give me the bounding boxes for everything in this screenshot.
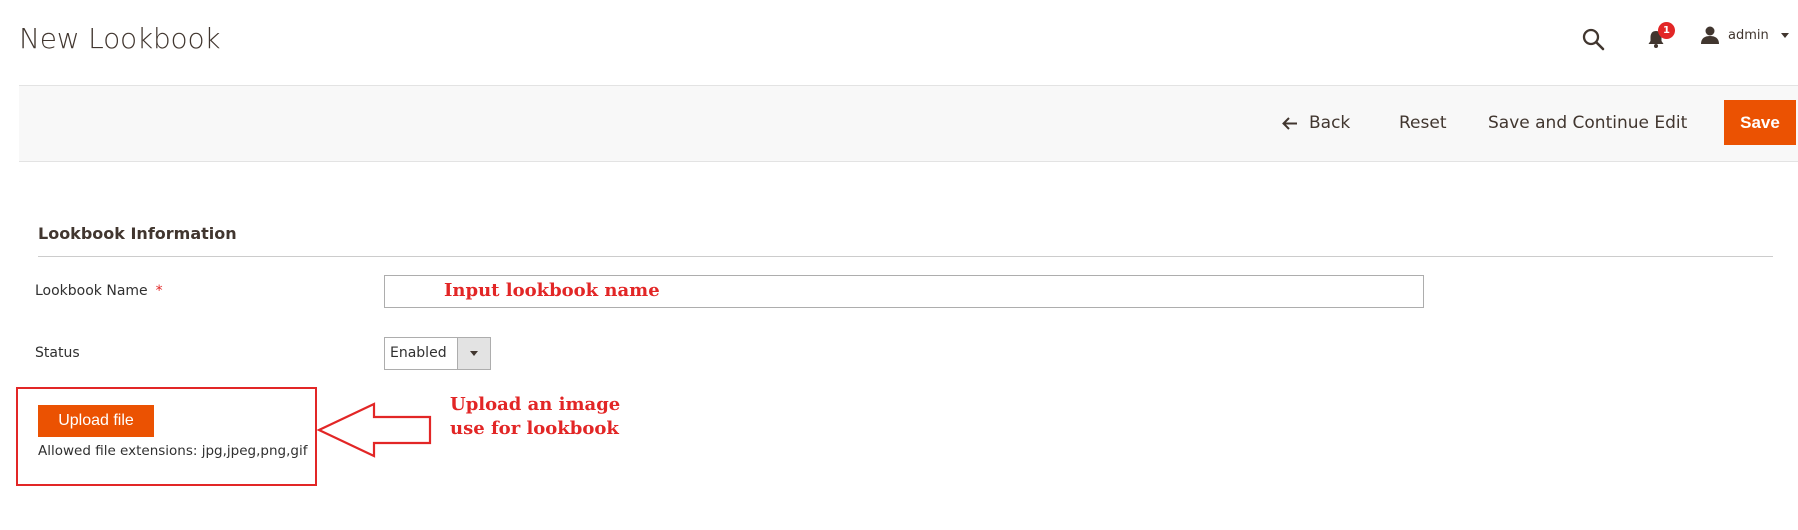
save-button[interactable]: Save <box>1724 100 1796 145</box>
search-icon[interactable] <box>1581 27 1605 51</box>
page-title: New Lookbook <box>19 22 221 55</box>
allowed-extensions-note: Allowed file extensions: jpg,jpeg,png,gi… <box>38 443 308 459</box>
section-divider <box>38 256 1773 257</box>
back-button[interactable]: Back <box>1282 113 1350 133</box>
status-selected-value: Enabled <box>390 345 447 361</box>
annotation-upload-hint-1: Upload an image <box>450 394 621 415</box>
arrow-left-icon <box>1282 116 1297 130</box>
lookbook-name-label-text: Lookbook Name <box>35 283 148 299</box>
annotation-arrow <box>316 402 432 458</box>
lookbook-name-label: Lookbook Name * <box>35 283 163 299</box>
required-marker: * <box>155 283 163 299</box>
chevron-down-icon <box>470 351 478 356</box>
chevron-down-icon <box>1780 32 1789 38</box>
back-label: Back <box>1309 113 1351 133</box>
annotation-name-hint: Input lookbook name <box>444 280 660 301</box>
page-actions-bar: Back Reset Save and Continue Edit Save <box>19 85 1798 162</box>
user-name: admin <box>1728 27 1769 43</box>
notification-count-badge: 1 <box>1658 22 1675 39</box>
user-menu[interactable]: admin <box>1700 26 1789 44</box>
status-select[interactable]: Enabled <box>384 337 491 370</box>
user-icon <box>1701 26 1719 44</box>
reset-button[interactable]: Reset <box>1399 113 1447 133</box>
notifications-button[interactable]: 1 <box>1646 22 1675 53</box>
upload-file-button[interactable]: Upload file <box>38 405 154 437</box>
select-toggle <box>457 338 490 369</box>
save-and-continue-button[interactable]: Save and Continue Edit <box>1488 113 1687 133</box>
section-title: Lookbook Information <box>38 224 237 243</box>
status-label: Status <box>35 345 80 361</box>
annotation-upload-hint-2: use for lookbook <box>450 418 619 439</box>
